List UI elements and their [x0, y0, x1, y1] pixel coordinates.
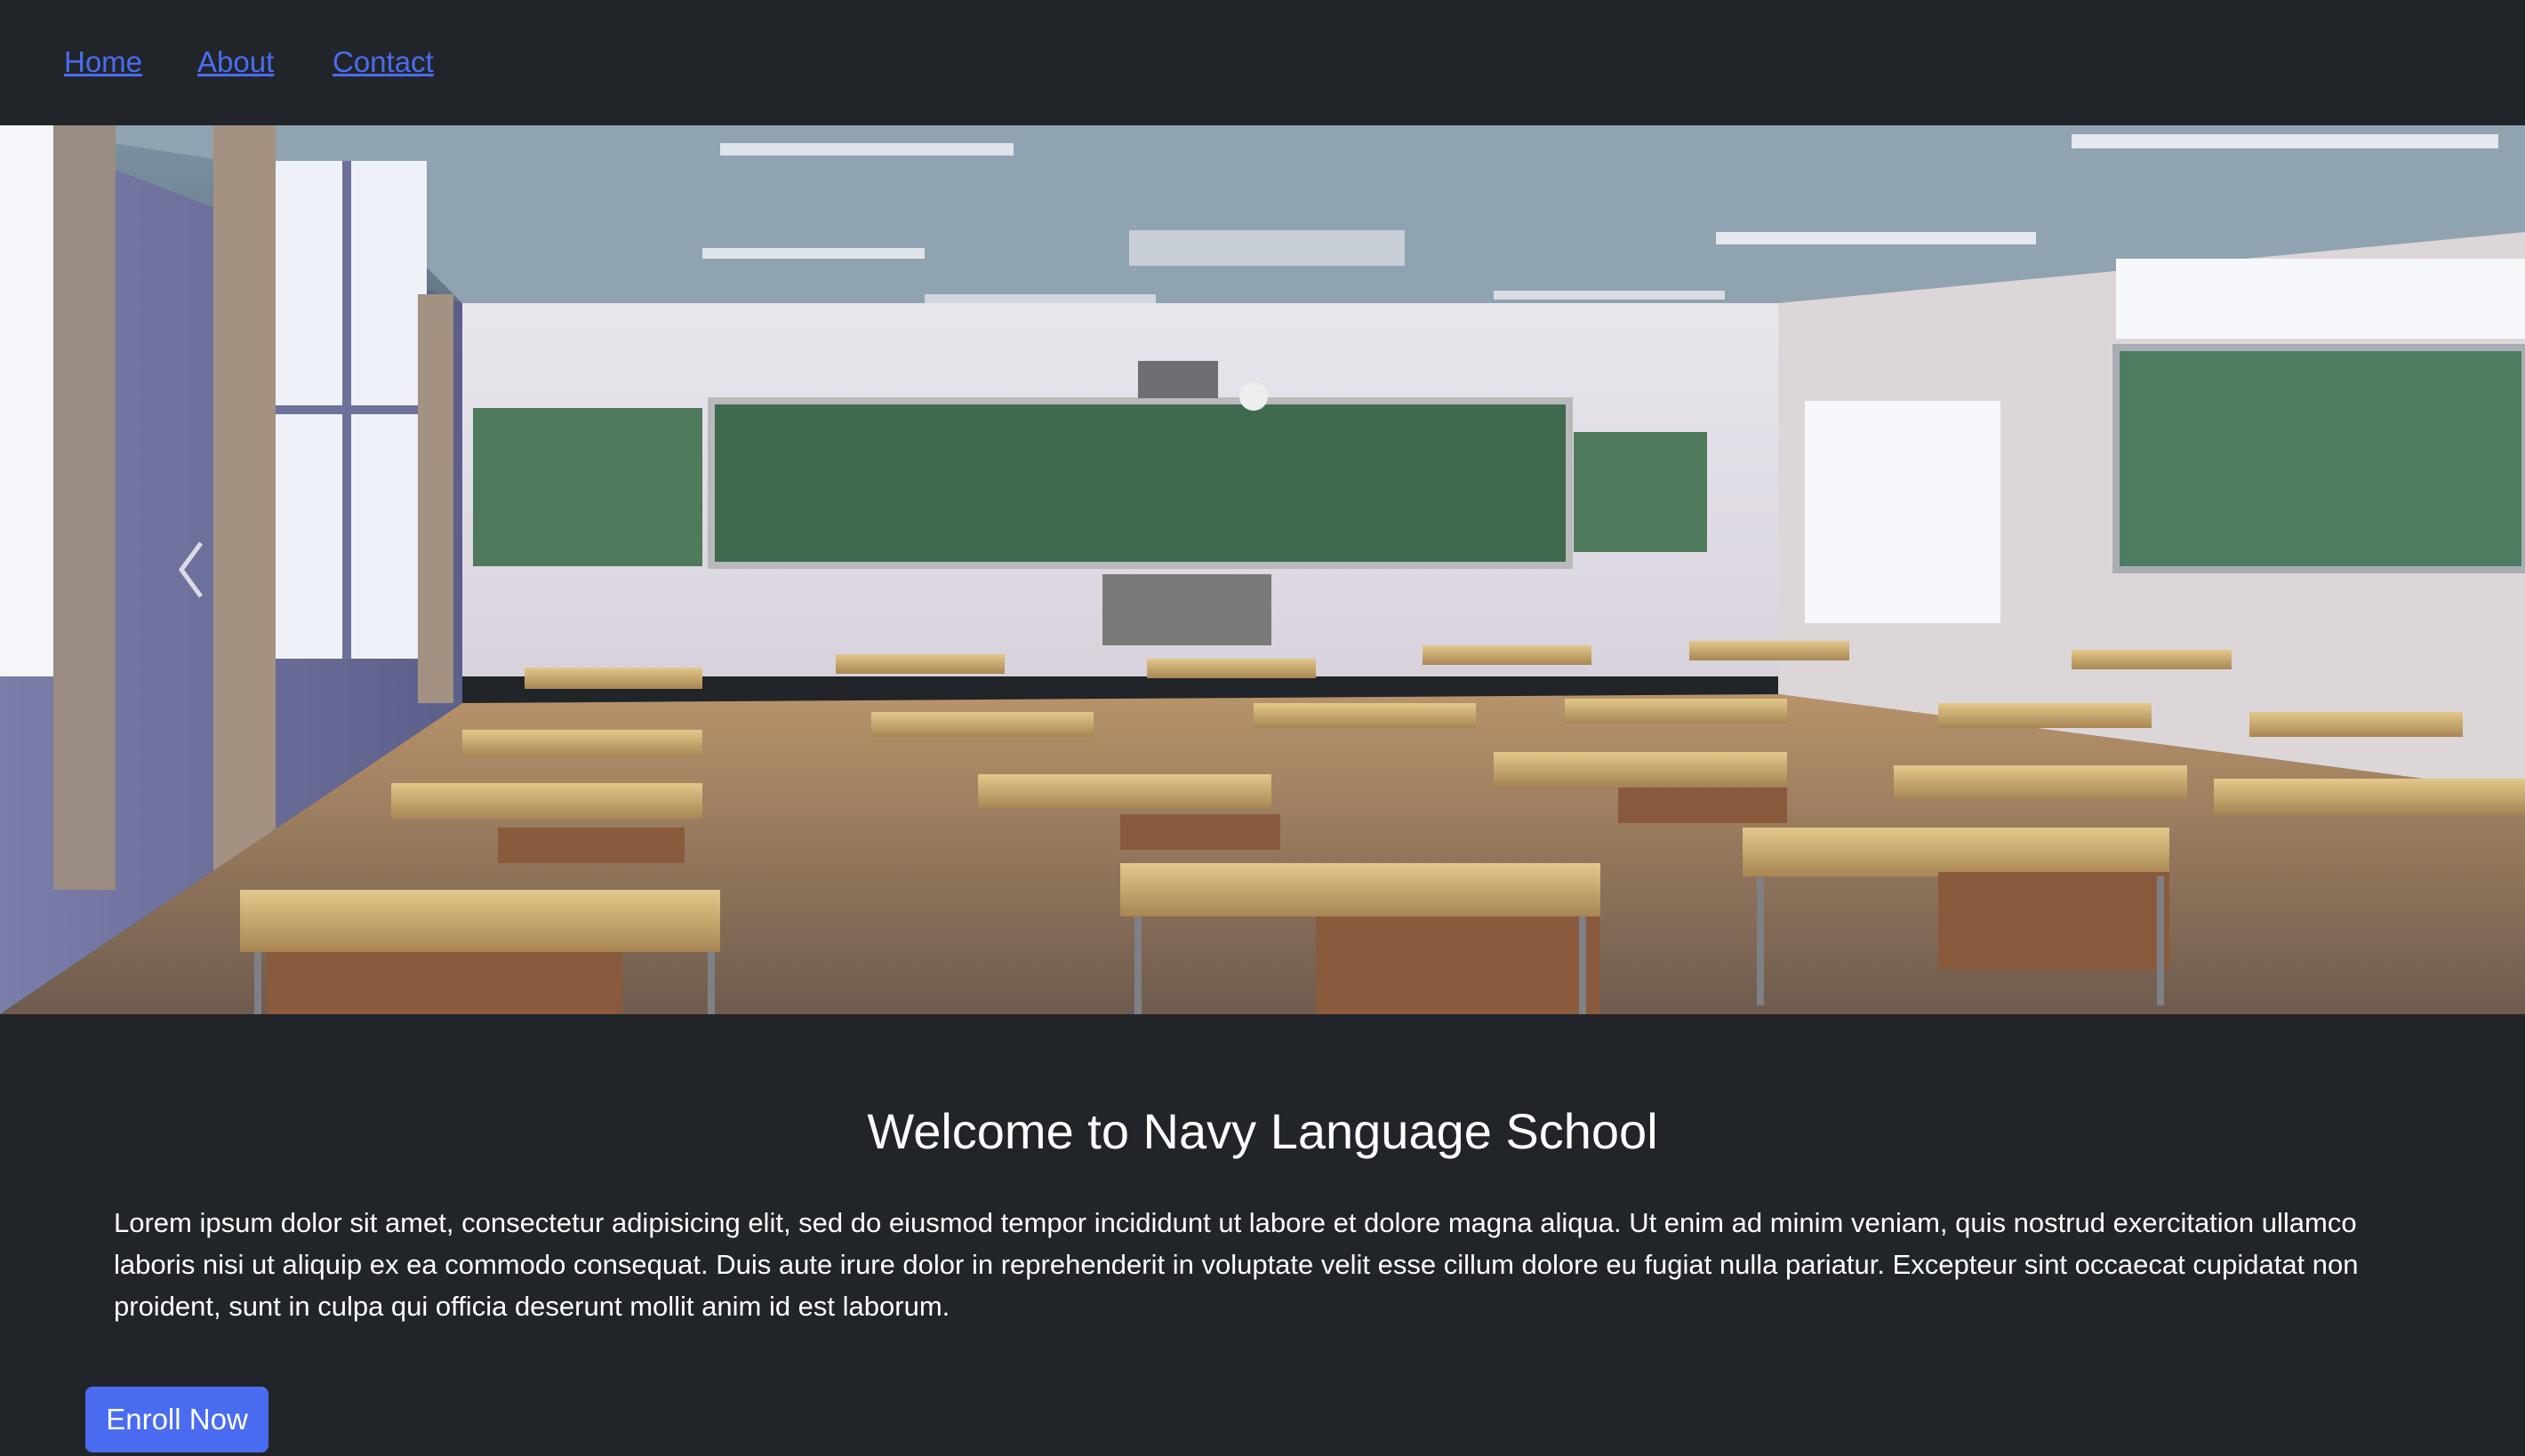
intro-paragraph: Lorem ipsum dolor sit amet, consectetur …: [114, 1207, 2359, 1322]
welcome-section: Welcome to Navy Language School Lorem ip…: [0, 1014, 2525, 1456]
page-title: Welcome to Navy Language School: [867, 1103, 1658, 1159]
nav-link-about[interactable]: About: [197, 44, 274, 80]
top-navbar: Home About Contact: [0, 0, 2525, 125]
nav-link-home[interactable]: Home: [64, 44, 142, 80]
chevron-left-icon: [178, 541, 204, 598]
nav-link-contact[interactable]: Contact: [333, 44, 434, 80]
carousel-next-button[interactable]: [2347, 125, 2525, 1014]
classroom-photo: [0, 125, 2525, 1014]
hero-carousel: [0, 125, 2525, 1014]
enroll-now-button[interactable]: Enroll Now: [85, 1387, 269, 1452]
carousel-prev-button[interactable]: [0, 125, 204, 1014]
